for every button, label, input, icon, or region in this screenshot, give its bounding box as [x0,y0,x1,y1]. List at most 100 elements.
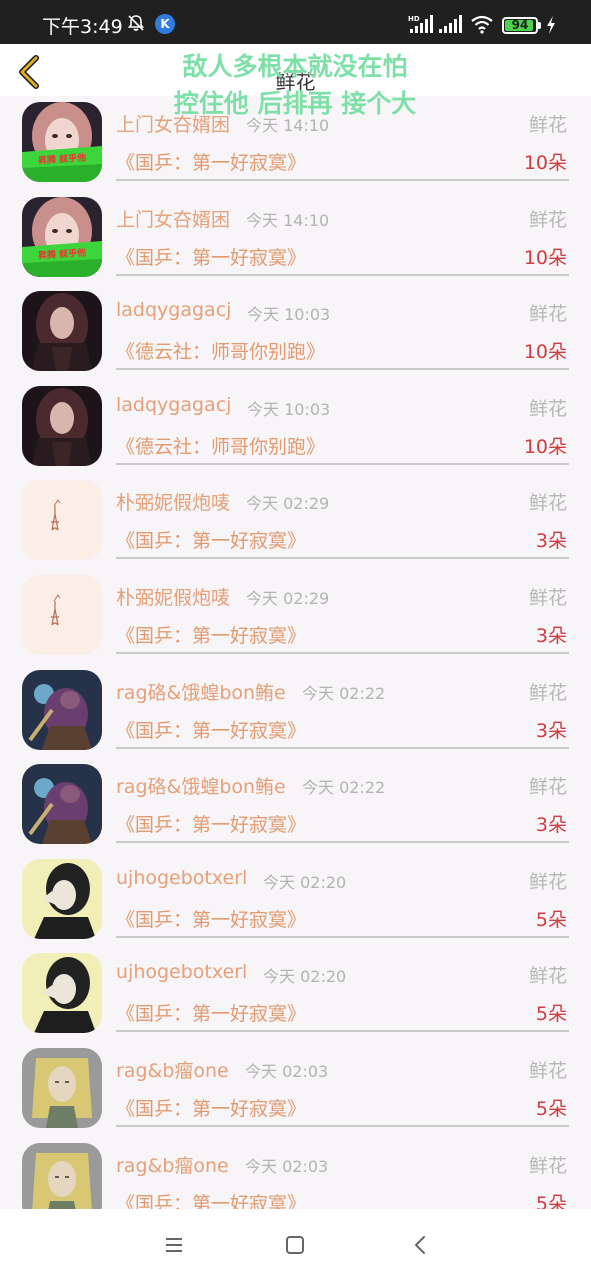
menu-icon[interactable] [160,1231,190,1259]
timestamp: 今天 02:20 [263,872,347,892]
gift-count: 3朵 [535,814,567,837]
list-item[interactable]: 昇腾 就乎他 上门女夻婿困 今天 14:10 鲜花《国乒：第一好寂寞》 10朵 [0,191,591,286]
timestamp: 今天 02:29 [246,494,330,514]
divider [116,1030,569,1033]
divider [116,1124,569,1127]
charging-icon [547,16,555,34]
avatar[interactable] [22,764,102,845]
divider [116,557,569,560]
divider [116,179,569,181]
divider [116,368,569,371]
sender-name[interactable]: ladqygagacj [116,394,231,416]
avatar[interactable] [22,480,102,561]
sender-name[interactable]: ujhogebotxerl [116,867,247,889]
gift-type: 鲜花 [528,303,567,326]
list-item[interactable]: rag&b瘤one 今天 02:03 鲜花 《国乒：第一好寂寞》 5朵 [0,1042,591,1137]
status-time: 下午3:49 [42,16,123,38]
timestamp: 今天 10:03 [247,399,331,419]
list-item[interactable]: 朴弼妮假炮唛 今天 02:29 鲜花《国乒：第一好寂寞》 3朵 [0,569,591,664]
gift-type: 鲜花 [528,208,567,231]
room-title[interactable]: 《国乒：第一好寂寞》 [116,243,306,270]
overlay-caption-line2: 控住他 后排再 接个大 [173,89,417,118]
room-title[interactable]: 《德云社：师哥你别跑》 [116,432,325,459]
bell-off-icon [127,15,145,31]
avatar[interactable] [22,385,102,466]
divider [116,462,569,465]
room-title[interactable]: 《德云社：师哥你别跑》 [116,337,325,364]
gift-count: 10朵 [523,246,567,269]
sender-name[interactable]: rag&b瘤one [116,1151,229,1178]
battery-icon: 94 [502,17,538,34]
sender-name[interactable]: ladqygagacj [116,299,231,321]
sender-name[interactable]: rag&b瘤one [116,1056,229,1083]
list-item[interactable]: ladqygagacj 今天 10:03 鲜花《德云社：师哥你别跑》 10朵 [0,285,591,380]
list-item[interactable]: rag&b瘤one 今天 02:03 鲜花《国乒：第一好寂寞》 5朵 [0,1137,591,1209]
gift-type: 鲜花 [528,1154,567,1177]
hd-signal-icon: HD [408,15,433,33]
list-item[interactable]: ladqygagacj 今天 10:03 鲜花 《德云社：师哥你别跑》 10朵 [0,380,591,475]
divider [116,651,569,654]
timestamp: 今天 02:29 [246,588,330,608]
list-item[interactable]: rag硌&饿蝗bon鲔e 今天 02:22 鲜花 《国乒：第一好寂寞》 3朵 [0,664,591,759]
overlay-caption-line1: 敌人多根本就没在怕 [182,52,408,81]
gift-type: 鲜花 [528,397,567,420]
divider [116,273,569,276]
svg-text:HD: HD [408,15,420,23]
avatar[interactable] [22,858,102,939]
gift-type: 鲜花 [528,586,567,609]
gift-count: 3朵 [535,624,567,647]
timestamp: 今天 14:10 [246,210,330,230]
divider [116,841,569,844]
room-title[interactable]: 《国乒：第一好寂寞》 [116,810,306,837]
sender-name[interactable]: rag硌&饿蝗bon鲔e [116,772,286,799]
avatar[interactable]: 昇腾 就乎他 [22,196,102,277]
gift-record-list[interactable]: 昇腾 就乎他 上门女夻婿困 今天 14:10 鲜花 《国乒：第一好寂寞》 10朵 昇腾 就乎… [0,96,591,1209]
back-triangle-icon[interactable] [405,1231,435,1259]
home-square-icon[interactable] [281,1231,311,1259]
list-item[interactable]: rag硌&饿蝗bon鲔e 今天 02:22 鲜花《国乒：第一好寂寞》 3朵 [0,758,591,853]
list-item[interactable]: ujhogebotxerl 今天 02:20 鲜花 《国乒：第一好寂寞》 5朵 [0,853,591,948]
room-title[interactable]: 《国乒：第一好寂寞》 [116,716,306,743]
room-title[interactable]: 《国乒：第一好寂寞》 [116,526,306,553]
signal-icon [439,15,462,33]
gift-count: 3朵 [535,530,567,553]
battery-level: 94 [511,18,529,32]
room-title[interactable]: 《国乒：第一好寂寞》 [116,148,306,175]
avatar[interactable]: 昇腾 就乎他 [22,102,102,182]
sender-name[interactable]: 上门女夻婿困 [116,205,230,232]
sender-name[interactable]: rag硌&饿蝗bon鲔e [116,678,286,705]
divider [116,935,569,938]
gift-type: 鲜花 [528,965,567,988]
sender-name[interactable]: ujhogebotxerl [116,961,247,983]
gift-type: 鲜花 [528,492,567,515]
avatar[interactable] [22,669,102,750]
gift-count: 10朵 [523,152,567,174]
avatar[interactable] [22,291,102,372]
avatar[interactable] [22,953,102,1034]
avatar[interactable] [22,574,102,655]
sender-name[interactable]: 朴弼妮假炮唛 [116,488,230,515]
gift-count: 5朵 [535,1192,567,1209]
room-title[interactable]: 《国乒：第一好寂寞》 [116,905,306,932]
room-title[interactable]: 《国乒：第一好寂寞》 [116,621,306,648]
gift-type: 鲜花 [528,776,567,799]
gift-count: 10朵 [523,341,567,364]
gift-count: 3朵 [535,719,567,742]
sender-name[interactable]: 朴弼妮假炮唛 [116,583,230,610]
gift-type: 鲜花 [528,114,567,136]
timestamp: 今天 10:03 [247,305,331,325]
room-title[interactable]: 《国乒：第一好寂寞》 [116,1094,306,1121]
status-bar: 下午3:49 K HD 94 [0,0,591,44]
list-item[interactable]: ujhogebotxerl 今天 02:20 鲜花 《国乒：第一好寂寞》 5朵 [0,947,591,1042]
avatar[interactable] [22,1142,102,1209]
gift-count: 5朵 [535,1003,567,1026]
room-title[interactable]: 《国乒：第一好寂寞》 [116,1189,306,1209]
room-title[interactable]: 《国乒：第一好寂寞》 [116,999,306,1026]
list-item[interactable]: 朴弼妮假炮唛 今天 02:29 鲜花《国乒：第一好寂寞》 3朵 [0,474,591,569]
timestamp: 今天 02:22 [302,778,386,798]
k-app-icon: K [155,14,175,34]
timestamp: 今天 02:03 [245,1156,329,1176]
avatar[interactable] [22,1047,102,1128]
wifi-icon [471,15,493,34]
gift-type: 鲜花 [528,681,567,704]
